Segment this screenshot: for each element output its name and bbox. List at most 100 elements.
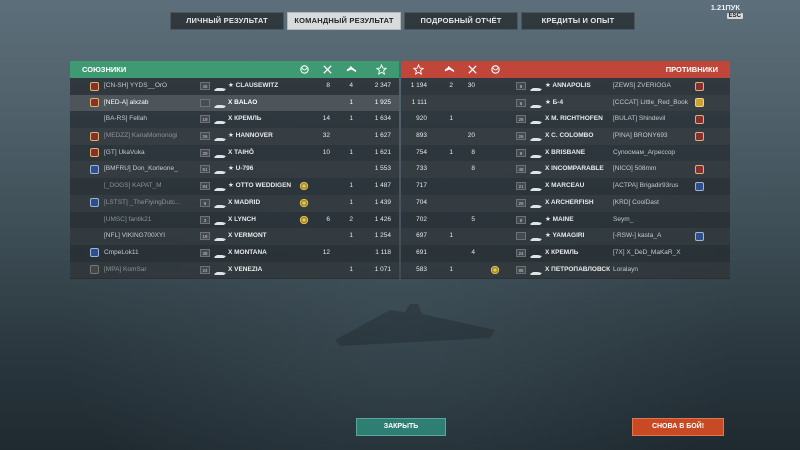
player-name[interactable]: [NFL] VIKING700XYI xyxy=(104,228,165,245)
ally-row[interactable]: [BA-RS] Fellah 19 X КРЕМЛЬ 14 1 1 634 xyxy=(70,111,399,128)
player-name[interactable]: [CCCAT] Little_Red_Book xyxy=(613,95,688,112)
ship-name[interactable]: X BALAO xyxy=(228,95,257,112)
ally-row[interactable]: [MPA] KomSar 24 X VENEZIA 1 1 071 xyxy=(70,261,399,279)
ally-row[interactable]: [MEDZZ] KanaMomonogi 26 ★ HANNOVER 32 1 627 xyxy=(70,128,399,145)
player-name[interactable]: [BA-RS] Fellah xyxy=(104,111,147,128)
player-name[interactable]: Loralayn xyxy=(613,262,638,279)
player-name[interactable]: [CN-SH] YYDS__OrO xyxy=(104,78,167,95)
enemies-header: ПРОТИВНИКИ xyxy=(401,61,730,78)
ship-name[interactable]: ★ U-796 xyxy=(228,161,253,178)
enemy-row[interactable]: 691 4 24 X КРЕМЛЬ [7X] X_DeD_MaKaR_X xyxy=(401,245,730,262)
planes-value: 1 xyxy=(349,182,353,190)
xp-value: 1 439 xyxy=(374,198,391,206)
ship-name[interactable]: X INCOMPARABLE xyxy=(545,161,604,178)
player-name[interactable]: [MPA] KomSar xyxy=(104,262,147,279)
enemy-row[interactable]: 717 21 X MARCEAU [ACTPA] Brigadir93rus xyxy=(401,178,730,195)
ship-name[interactable]: X TAIHŌ xyxy=(228,145,254,162)
planes-value: 2 xyxy=(449,82,453,89)
player-name[interactable]: [_DOGS] KAPAT_M xyxy=(104,178,162,195)
clan-badge-icon xyxy=(695,181,704,191)
tab-1[interactable]: ЛИЧНЫЙ РЕЗУЛЬТАТ xyxy=(170,12,284,30)
player-name[interactable]: CmpeLok11 xyxy=(104,245,139,262)
ally-row[interactable]: [_DOGS] KAPAT_M 84 ★ OTTO WEDDIGEN 1 1 487 xyxy=(70,178,399,195)
ally-row[interactable]: CmpeLok11 38 X MONTANA 12 1 118 xyxy=(70,245,399,262)
ship-name[interactable]: X MARCEAU xyxy=(545,178,584,195)
ship-name[interactable]: X VERMONT xyxy=(228,228,267,245)
clan-badge-icon xyxy=(90,131,99,141)
ship-name[interactable]: X КРЕМЛЬ xyxy=(228,111,261,128)
enemy-row[interactable]: 754 1 8 9 X BRISBANE Cynocмaм_Arpeccop xyxy=(401,145,730,162)
ally-row[interactable]: [BMFRU] Don_Korleone_ 51 ★ U-796 1 553 xyxy=(70,161,399,179)
player-name[interactable]: [-RSW-] kasta_A xyxy=(613,228,661,245)
player-name[interactable]: [BULAT] Shindevil xyxy=(613,111,665,128)
ship-class-icon xyxy=(530,150,542,158)
ship-name[interactable]: ★ CLAUSEWITZ xyxy=(228,78,278,95)
ship-level-badge: 9 xyxy=(200,198,210,207)
ally-row[interactable]: [CN-SH] YYDS__OrO 45 ★ CLAUSEWITZ 8 4 2 347 xyxy=(70,78,399,95)
ship-name[interactable]: X BRISBANE xyxy=(545,145,585,162)
ship-class-icon xyxy=(530,166,542,175)
enemy-row[interactable]: 1 194 2 30 8 ★ ANNAPOLIS [ZEWS] ZVERIOGA xyxy=(401,78,730,95)
tab-4[interactable]: КРЕДИТЫ И ОПЫТ xyxy=(521,12,635,30)
enemy-row[interactable]: 920 1 28 X M. RICHTHOFEN [BULAT] Shindevil xyxy=(401,111,730,128)
player-name[interactable]: Seym_ xyxy=(613,212,633,229)
planes-value: 1 xyxy=(349,265,353,273)
player-name[interactable]: [NED-A] alxzab xyxy=(104,95,148,112)
ship-name[interactable]: X VENEZIA xyxy=(228,262,262,279)
player-name[interactable]: Cynocмaм_Arpeccop xyxy=(613,145,675,162)
ship-level-badge: 28 xyxy=(516,115,526,124)
medal-icon xyxy=(299,181,309,191)
ship-name[interactable]: X MONTANA xyxy=(228,245,267,262)
player-name[interactable]: [PINA] BRONY693 xyxy=(613,128,668,145)
ship-name[interactable]: X LYNCH xyxy=(228,212,256,229)
ship-class-icon xyxy=(214,150,226,158)
ship-name[interactable]: ★ Б-4 xyxy=(545,95,563,112)
ally-row[interactable]: [UMSC] fantik21 3 X LYNCH 6 2 1 426 xyxy=(70,212,399,229)
player-name[interactable]: [NICO] 508mm xyxy=(613,161,656,178)
ship-name[interactable]: X ПЕТРОПАВЛОВСК xyxy=(545,262,610,279)
ally-row[interactable]: [NFL] VIKING700XYI 18 X VERMONT 1 1 254 xyxy=(70,228,399,245)
enemy-row[interactable]: 702 5 9 ★ MAINE Seym_ xyxy=(401,212,730,229)
ship-class-icon xyxy=(214,217,226,225)
ship-class-icon xyxy=(530,233,542,242)
enemy-row[interactable]: 704 26 X ARCHERFISH [KRD] CoolDast xyxy=(401,194,730,212)
xp-value: 2 347 xyxy=(374,82,391,89)
ship-name[interactable]: ★ HANNOVER xyxy=(228,128,273,145)
ship-name[interactable]: ★ OTTO WEDDIGEN xyxy=(228,178,291,195)
esc-key-hint[interactable]: ESC xyxy=(726,13,743,19)
battle-again-button[interactable]: СНОВА В БОЙ! xyxy=(632,418,724,436)
tab-2[interactable]: КОМАНДНЫЙ РЕЗУЛЬТАТ xyxy=(287,12,401,30)
player-name[interactable]: [LSTST] _TheFlyingDutc... xyxy=(104,195,181,212)
ship-name[interactable]: ★ ANNAPOLIS xyxy=(545,78,591,95)
ship-name[interactable]: X MADRID xyxy=(228,195,260,212)
ship-class-icon xyxy=(530,217,542,225)
ship-name[interactable]: X M. RICHTHOFEN xyxy=(545,111,603,128)
enemy-row[interactable]: 1 111 6 ★ Б-4 [CCCAT] Little_Red_Book xyxy=(401,94,730,112)
clan-badge-icon xyxy=(90,98,99,108)
ship-name[interactable]: ★ YAMAGIRI xyxy=(545,228,584,245)
ship-name[interactable]: X ARCHERFISH xyxy=(545,195,594,212)
ship-level-badge: 84 xyxy=(200,182,210,191)
player-name[interactable]: [ACTPA] Brigadir93rus xyxy=(613,178,678,195)
ally-row[interactable]: [LSTST] _TheFlyingDutc... 9 X MADRID 1 1 439 xyxy=(70,194,399,212)
ship-name[interactable]: ★ MAINE xyxy=(545,212,574,229)
player-name[interactable]: [UMSC] fantik21 xyxy=(104,212,151,229)
player-name[interactable]: [MEDZZ] KanaMomonogi xyxy=(104,128,177,145)
player-name[interactable]: [KRD] CoolDast xyxy=(613,195,659,212)
ship-name[interactable]: X КРЕМЛЬ xyxy=(545,245,578,262)
close-button[interactable]: ЗАКРЫТЬ xyxy=(356,418,446,436)
ally-row[interactable]: [GT] UkaVuka 29 X TAIHŌ 10 1 1 621 xyxy=(70,145,399,162)
enemy-row[interactable]: 733 8 48 X INCOMPARABLE [NICO] 508mm xyxy=(401,161,730,179)
player-name[interactable]: [ZEWS] ZVERIOGA xyxy=(613,78,671,95)
player-name[interactable]: [BMFRU] Don_Korleone_ xyxy=(104,161,178,178)
ally-row[interactable]: [NED-A] alxzab X BALAO 1 1 925 xyxy=(70,94,399,112)
enemy-row[interactable]: 893 20 26 X C. COLOMBO [PINA] BRONY693 xyxy=(401,128,730,145)
enemy-row[interactable]: 583 1 85 X ПЕТРОПАВЛОВСК Loralayn xyxy=(401,261,730,279)
xp-value: 1 925 xyxy=(374,98,391,106)
tab-3[interactable]: ПОДРОБНЫЙ ОТЧЁТ xyxy=(404,12,518,30)
player-name[interactable]: [GT] UkaVuka xyxy=(104,145,145,162)
player-name[interactable]: [7X] X_DeD_MaKaR_X xyxy=(613,245,681,262)
enemy-row[interactable]: 697 1 ★ YAMAGIRI [-RSW-] kasta_A xyxy=(401,228,730,245)
planes-value: 1 xyxy=(349,198,353,206)
ship-name[interactable]: X C. COLOMBO xyxy=(545,128,593,145)
